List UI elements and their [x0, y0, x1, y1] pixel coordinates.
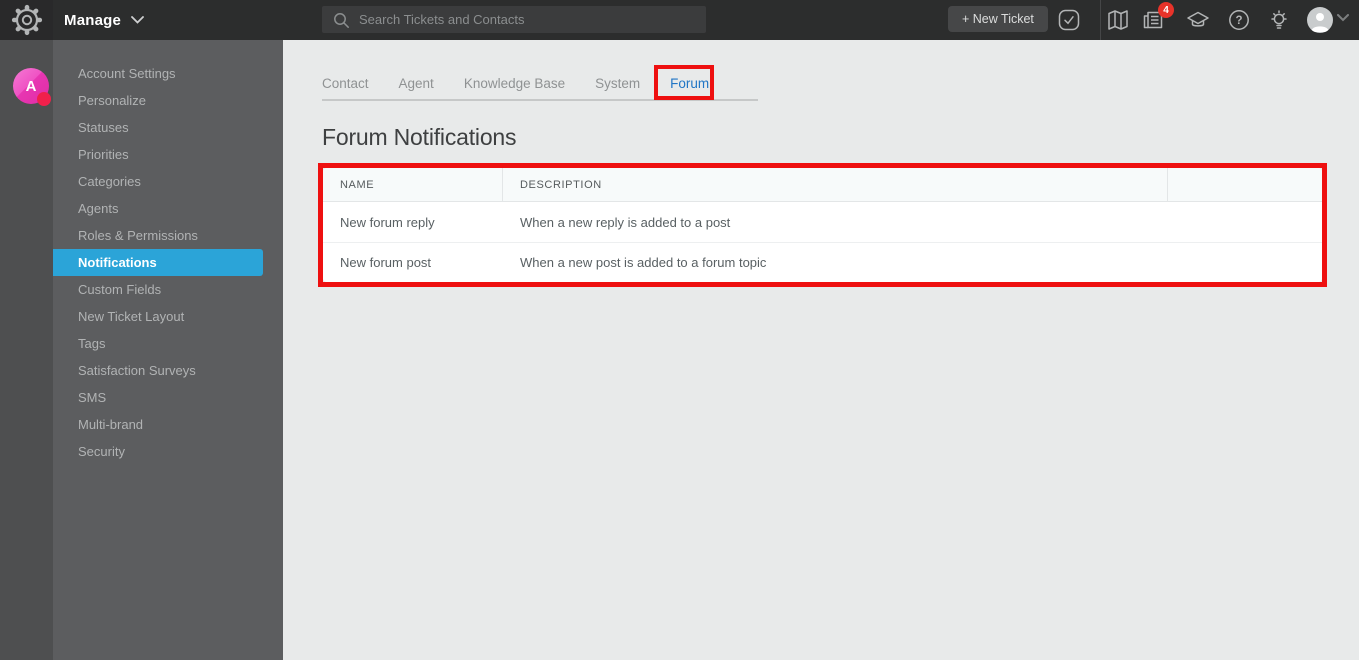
- map-icon[interactable]: [1106, 8, 1130, 32]
- svg-text:?: ?: [1235, 15, 1242, 27]
- cell-name: New forum reply: [340, 214, 435, 230]
- settings-sidebar: Account Settings Personalize Statuses Pr…: [53, 40, 283, 660]
- tab-contact[interactable]: Contact: [322, 76, 369, 91]
- notification-tabs: Contact Agent Knowledge Base System Foru…: [322, 66, 709, 100]
- tab-system[interactable]: System: [595, 76, 640, 91]
- main-content: Contact Agent Knowledge Base System Foru…: [283, 40, 1359, 660]
- app-menu-label: Manage: [64, 11, 122, 29]
- table-row[interactable]: New forum post When a new post is added …: [323, 242, 1322, 282]
- sidebar-item-sms[interactable]: SMS: [53, 384, 283, 411]
- chevron-down-icon: [131, 16, 144, 24]
- table-row[interactable]: New forum reply When a new reply is adde…: [323, 202, 1322, 242]
- sidebar-item-tags[interactable]: Tags: [53, 330, 283, 357]
- sidebar-item-satisfaction-surveys[interactable]: Satisfaction Surveys: [53, 357, 283, 384]
- global-search[interactable]: [322, 6, 706, 33]
- sidebar-item-security[interactable]: Security: [53, 438, 283, 465]
- page-title: Forum Notifications: [322, 124, 517, 150]
- gear-icon: [10, 3, 44, 37]
- tab-forum[interactable]: Forum: [670, 76, 709, 91]
- tasks-check-icon[interactable]: [1057, 8, 1081, 32]
- cell-name: New forum post: [340, 255, 432, 270]
- cell-description: When a new post is added to a forum topi…: [520, 255, 767, 270]
- settings-gear-button[interactable]: [0, 0, 53, 40]
- topbar-divider: [1100, 0, 1101, 40]
- search-icon: [332, 11, 350, 29]
- user-menu-chevron-icon[interactable]: [1337, 14, 1349, 22]
- sidebar-item-new-ticket-layout[interactable]: New Ticket Layout: [53, 303, 283, 330]
- new-ticket-button[interactable]: + New Ticket: [948, 6, 1048, 32]
- cell-actions: [1168, 243, 1322, 282]
- news-badge: 4: [1158, 2, 1174, 18]
- brand-avatar[interactable]: A: [13, 68, 51, 106]
- app-switcher-manage[interactable]: Manage: [64, 0, 144, 40]
- help-icon[interactable]: ?: [1227, 8, 1251, 32]
- lightbulb-icon[interactable]: [1267, 8, 1291, 32]
- left-rail: A: [0, 40, 53, 660]
- cell-actions: [1168, 202, 1322, 242]
- sidebar-item-personalize[interactable]: Personalize: [53, 87, 283, 114]
- sidebar-item-categories[interactable]: Categories: [53, 168, 283, 195]
- sidebar-item-agents[interactable]: Agents: [53, 195, 283, 222]
- table-header-row: NAME DESCRIPTION: [323, 168, 1322, 202]
- tabs-underline: [322, 99, 758, 101]
- column-header-description: DESCRIPTION: [503, 168, 1168, 201]
- sidebar-item-account-settings[interactable]: Account Settings: [53, 60, 283, 87]
- column-header-name: NAME: [323, 168, 503, 201]
- sidebar-item-custom-fields[interactable]: Custom Fields: [53, 276, 283, 303]
- brand-avatar-letter: A: [25, 77, 37, 95]
- column-header-actions: [1168, 168, 1322, 201]
- sidebar-item-multi-brand[interactable]: Multi-brand: [53, 411, 283, 438]
- sidebar-item-roles-permissions[interactable]: Roles & Permissions: [53, 222, 283, 249]
- graduation-cap-icon[interactable]: [1186, 8, 1210, 32]
- cell-description: When a new reply is added to a post: [520, 214, 731, 230]
- sidebar-item-statuses[interactable]: Statuses: [53, 114, 283, 141]
- search-input[interactable]: [359, 12, 689, 27]
- notification-dot: [37, 92, 51, 106]
- top-bar: Manage + New Ticket: [0, 0, 1359, 40]
- sidebar-item-notifications[interactable]: Notifications: [53, 249, 263, 276]
- tab-agent[interactable]: Agent: [399, 76, 434, 91]
- forum-notifications-table: NAME DESCRIPTION New forum reply When a …: [323, 168, 1322, 282]
- sidebar-item-priorities[interactable]: Priorities: [53, 141, 283, 168]
- tab-knowledge-base[interactable]: Knowledge Base: [464, 76, 565, 91]
- user-avatar[interactable]: [1307, 7, 1333, 33]
